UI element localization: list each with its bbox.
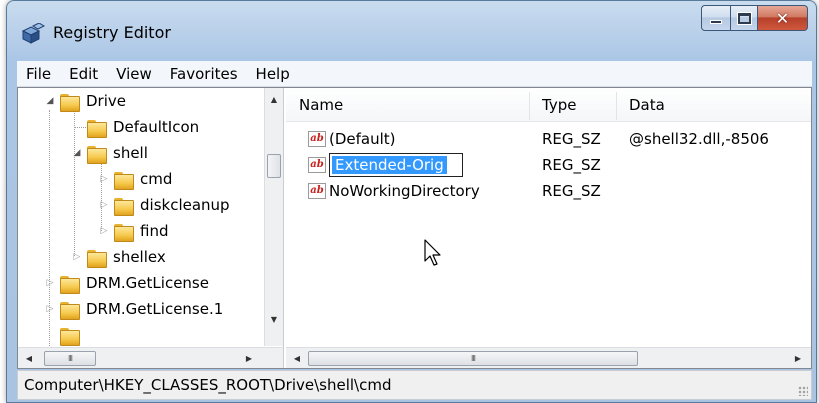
folder-icon: [60, 92, 80, 112]
collapsed-icon[interactable]: ▷: [98, 174, 110, 184]
close-icon: ✕: [775, 8, 790, 28]
folder-icon: [114, 196, 134, 216]
value-data: @shell32.dll,-8506: [629, 130, 769, 148]
value-name-editing[interactable]: Extended-Orig: [332, 156, 447, 174]
tree-item-shell[interactable]: ◢ shell: [71, 140, 148, 166]
collapsed-icon[interactable]: ▷: [44, 304, 56, 314]
maximize-button[interactable]: [730, 5, 758, 31]
tree-item-drm-getlicense-1[interactable]: ▷ DRM.GetLicense.1: [44, 296, 223, 322]
resize-grip-icon[interactable]: [798, 386, 808, 396]
value-type: REG_SZ: [542, 182, 601, 200]
tree-vscroll-thumb[interactable]: [267, 154, 281, 178]
collapsed-icon[interactable]: ▷: [98, 226, 110, 236]
string-value-icon: ab: [308, 157, 326, 173]
key-tree: ◢ Drive DefaultIcon ◢ shell ▷ cmd ▷ disk…: [18, 88, 264, 346]
tree-item-defaulticon[interactable]: DefaultIcon: [87, 114, 199, 140]
menu-view[interactable]: View: [107, 65, 161, 83]
value-row-default[interactable]: ab (Default) REG_SZ @shell32.dll,-8506: [286, 126, 811, 152]
list-header: Name Type Data: [286, 88, 811, 122]
folder-icon: [114, 170, 134, 190]
status-path: Computer\HKEY_CLASSES_ROOT\Drive\shell\c…: [24, 376, 392, 394]
collapsed-icon[interactable]: ▷: [71, 252, 83, 262]
tree-item-drm-getlicense[interactable]: ▷ DRM.GetLicense: [44, 270, 209, 296]
folder-icon: [87, 144, 107, 164]
folder-icon: [60, 274, 80, 294]
minimize-icon: [710, 20, 722, 24]
column-header-data[interactable]: Data: [616, 88, 811, 122]
status-bar: Computer\HKEY_CLASSES_ROOT\Drive\shell\c…: [17, 370, 812, 400]
window-title: Registry Editor: [53, 23, 171, 42]
string-value-icon: ab: [308, 183, 326, 199]
expanded-icon[interactable]: ◢: [71, 148, 83, 158]
key-tree-pane: ◢ Drive DefaultIcon ◢ shell ▷ cmd ▷ disk…: [18, 88, 284, 368]
title-bar[interactable]: Registry Editor ✕: [7, 1, 816, 63]
list-horizontal-scrollbar[interactable]: ◀ III ▶: [286, 347, 811, 368]
list-hscroll-thumb[interactable]: III: [308, 351, 638, 366]
menu-favorites[interactable]: Favorites: [161, 65, 247, 83]
scroll-right-icon[interactable]: ▶: [789, 349, 807, 367]
column-header-name[interactable]: Name: [286, 88, 528, 122]
value-row-extended-orig[interactable]: ab Extended-Orig REG_SZ: [286, 152, 811, 178]
menu-bar: File Edit View Favorites Help: [17, 61, 812, 87]
string-value-icon: ab: [308, 131, 326, 147]
close-button[interactable]: ✕: [758, 5, 808, 31]
minimize-button[interactable]: [701, 5, 730, 31]
collapsed-icon[interactable]: ▷: [44, 278, 56, 288]
value-row-noworkingdirectory[interactable]: ab NoWorkingDirectory REG_SZ: [286, 178, 811, 204]
folder-icon: [60, 300, 80, 320]
value-name: NoWorkingDirectory: [329, 182, 480, 200]
client-area: ◢ Drive DefaultIcon ◢ shell ▷ cmd ▷ disk…: [17, 87, 812, 369]
menu-help[interactable]: Help: [247, 65, 299, 83]
scroll-left-icon[interactable]: ◀: [288, 349, 306, 367]
rename-input[interactable]: Extended-Orig: [329, 153, 463, 177]
tree-item-cmd[interactable]: ▷ cmd: [98, 166, 172, 192]
scroll-up-icon[interactable]: ▲: [265, 90, 283, 108]
value-type: REG_SZ: [542, 156, 601, 174]
caption-buttons: ✕: [701, 5, 808, 31]
value-name: (Default): [329, 130, 396, 148]
tree-horizontal-scrollbar[interactable]: ◀ III ▶: [18, 347, 283, 368]
scroll-left-icon[interactable]: ◀: [20, 349, 38, 367]
registry-editor-window: Registry Editor ✕ File Edit View Favorit…: [6, 0, 817, 403]
tree-item-drive[interactable]: ◢ Drive: [44, 88, 126, 114]
collapsed-icon[interactable]: ▷: [98, 200, 110, 210]
tree-item-partial[interactable]: [60, 322, 86, 346]
tree-item-shellex[interactable]: ▷ shellex: [71, 244, 166, 270]
mouse-pointer-icon: [424, 239, 441, 266]
folder-icon: [114, 222, 134, 242]
scroll-right-icon[interactable]: ▶: [240, 349, 258, 367]
tree-vertical-scrollbar[interactable]: ▲ ▼: [264, 88, 283, 346]
maximize-icon: [736, 11, 752, 25]
values-list-pane: Name Type Data ab (Default) REG_SZ @shel…: [286, 88, 811, 368]
folder-icon: [60, 326, 80, 346]
expanded-icon[interactable]: ◢: [44, 96, 56, 106]
value-type: REG_SZ: [542, 130, 601, 148]
tree-hscroll-thumb[interactable]: III: [44, 351, 96, 366]
folder-icon: [87, 248, 107, 268]
menu-file[interactable]: File: [17, 65, 60, 83]
tree-item-diskcleanup[interactable]: ▷ diskcleanup: [98, 192, 230, 218]
scroll-down-icon[interactable]: ▼: [265, 310, 283, 328]
column-header-type[interactable]: Type: [529, 88, 615, 122]
menu-edit[interactable]: Edit: [60, 65, 107, 83]
tree-item-find[interactable]: ▷ find: [98, 218, 168, 244]
folder-icon: [87, 118, 107, 138]
registry-cube-icon: [21, 23, 45, 44]
